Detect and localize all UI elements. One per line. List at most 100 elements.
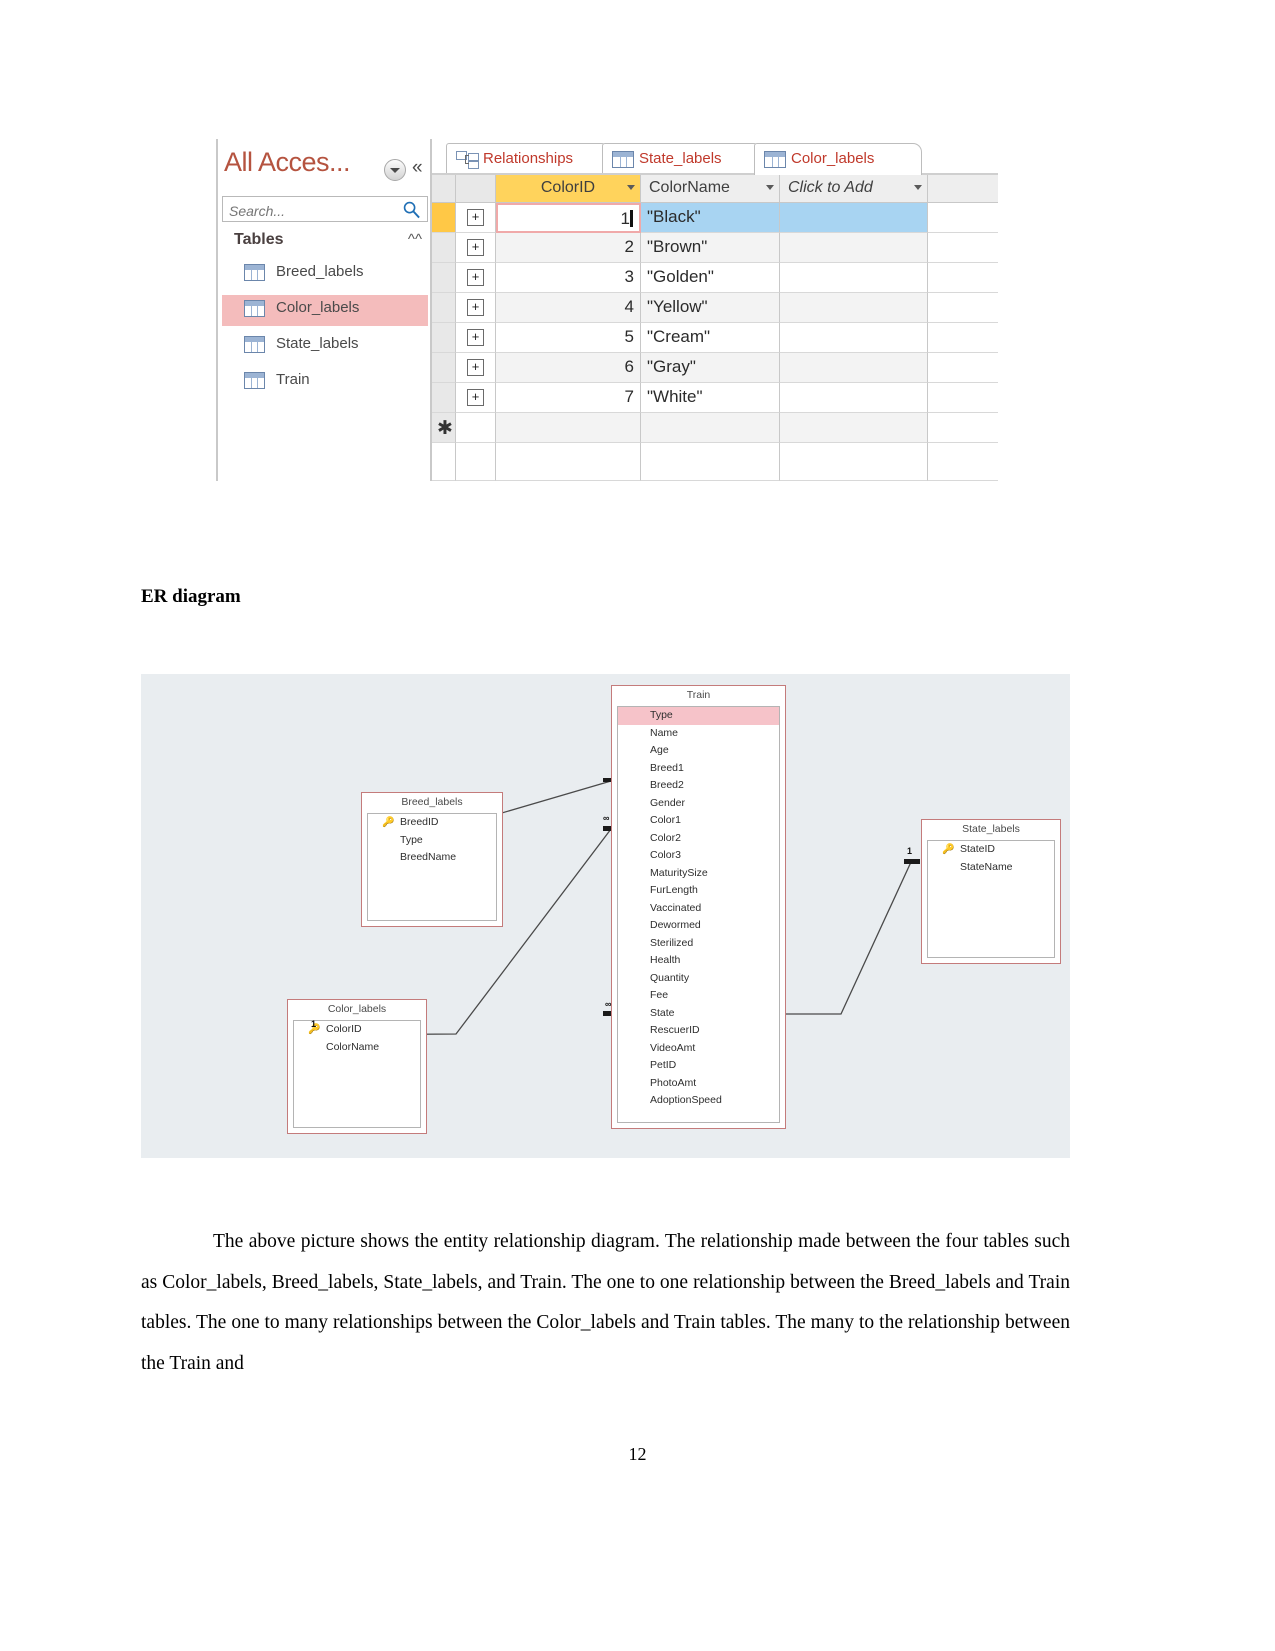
field-type[interactable]: Type [368,832,496,850]
row-expand-cell[interactable]: + [456,233,496,263]
row-expand-cell[interactable]: + [456,383,496,413]
expand-icon[interactable]: + [467,359,484,376]
field-age[interactable]: Age [618,742,779,760]
chevron-down-icon[interactable] [914,185,922,190]
tables-group-header[interactable]: Tables ^^ [234,231,428,255]
nav-item-state-labels[interactable]: State_labels [222,331,428,362]
cell-add[interactable] [780,383,928,413]
cell-colorname[interactable]: "Yellow" [641,293,780,323]
cell-add[interactable] [780,293,928,323]
field-state[interactable]: State [618,1005,779,1023]
cell-colorid[interactable]: 4 [496,293,641,323]
tab-color-labels[interactable]: Color_labels [754,143,922,175]
field-vaccinated[interactable]: Vaccinated [618,900,779,918]
field-adoptionspeed[interactable]: AdoptionSpeed [618,1092,779,1110]
nav-item-color-labels[interactable]: Color_labels [222,295,428,326]
cell-colorid[interactable]: 1 [496,203,641,233]
new-record-row[interactable]: ✱ [432,413,998,443]
search-box[interactable] [222,196,428,222]
field-color1[interactable]: Color1 [618,812,779,830]
cell-add[interactable] [780,323,928,353]
table-row[interactable]: + 1 "Black" [432,203,998,233]
cell-colorname[interactable]: "Black" [641,203,780,233]
field-name[interactable]: Name [618,725,779,743]
field-videoamt[interactable]: VideoAmt [618,1040,779,1058]
entity-state-labels[interactable]: State_labels 🔑 StateID StateName [921,819,1061,964]
double-chevron-up-icon[interactable]: ^^ [408,231,422,248]
expand-icon[interactable]: + [467,329,484,346]
expand-icon[interactable]: + [467,299,484,316]
row-selector[interactable] [432,353,456,383]
tab-state-labels[interactable]: State_labels [602,143,762,175]
search-input[interactable] [227,200,396,221]
entity-train[interactable]: Train Type Name Age Breed1 Breed2 Gender… [611,685,786,1129]
table-row[interactable]: + 4 "Yellow" [432,293,998,323]
entity-color-labels[interactable]: Color_labels 🔑 ColorID ColorName [287,999,427,1134]
row-selector[interactable] [432,263,456,293]
row-expand-cell[interactable]: + [456,263,496,293]
field-breedname[interactable]: BreedName [368,849,496,867]
entity-breed-labels[interactable]: Breed_labels 🔑 BreedID Type BreedName [361,792,503,927]
row-expand-cell[interactable]: + [456,203,496,233]
cell-colorid[interactable]: 3 [496,263,641,293]
expand-icon[interactable]: + [467,209,484,226]
column-header-colorname[interactable]: ColorName [641,175,780,203]
table-row[interactable]: + 6 "Gray" [432,353,998,383]
cell-colorname[interactable]: "White" [641,383,780,413]
field-color3[interactable]: Color3 [618,847,779,865]
field-stateid[interactable]: 🔑 StateID [928,841,1054,859]
row-expand-cell[interactable]: + [456,293,496,323]
cell-add[interactable] [780,413,928,443]
chevron-down-circle-icon[interactable] [384,159,406,181]
cell-colorid[interactable]: 7 [496,383,641,413]
cell-colorname[interactable]: "Brown" [641,233,780,263]
cell-colorid[interactable]: 6 [496,353,641,383]
expand-icon[interactable]: + [467,389,484,406]
field-breedid[interactable]: 🔑 BreedID [368,814,496,832]
tab-relationships[interactable]: Relationships [446,143,610,175]
cell-add[interactable] [780,203,928,233]
row-selector[interactable] [432,293,456,323]
row-selector[interactable] [432,203,456,233]
field-dewormed[interactable]: Dewormed [618,917,779,935]
row-expand-cell[interactable]: + [456,353,496,383]
row-selector[interactable] [432,383,456,413]
select-all-corner[interactable] [432,175,456,203]
cell-colorid[interactable]: 5 [496,323,641,353]
field-colorname[interactable]: ColorName [294,1039,420,1057]
column-header-colorid[interactable]: ColorID [496,175,641,203]
row-expand-cell[interactable]: + [456,323,496,353]
table-row[interactable]: + 3 "Golden" [432,263,998,293]
field-petid[interactable]: PetID [618,1057,779,1075]
row-selector[interactable] [432,233,456,263]
nav-item-breed-labels[interactable]: Breed_labels [222,259,428,290]
double-chevron-left-icon[interactable]: « [412,157,423,179]
chevron-down-icon[interactable] [627,185,635,190]
table-row[interactable]: + 5 "Cream" [432,323,998,353]
cell-colorid[interactable] [496,413,641,443]
cell-colorname[interactable] [641,413,780,443]
column-header-click-to-add[interactable]: Click to Add [780,175,928,203]
field-breed2[interactable]: Breed2 [618,777,779,795]
cell-colorname[interactable]: "Golden" [641,263,780,293]
cell-add[interactable] [780,263,928,293]
cell-colorname[interactable]: "Gray" [641,353,780,383]
table-row[interactable]: + 2 "Brown" [432,233,998,263]
field-gender[interactable]: Gender [618,795,779,813]
field-health[interactable]: Health [618,952,779,970]
field-statename[interactable]: StateName [928,859,1054,877]
field-fee[interactable]: Fee [618,987,779,1005]
cell-colorname[interactable]: "Cream" [641,323,780,353]
nav-item-train[interactable]: Train [222,367,428,398]
field-breed1[interactable]: Breed1 [618,760,779,778]
cell-add[interactable] [780,353,928,383]
row-selector[interactable] [432,323,456,353]
cell-colorid[interactable]: 2 [496,233,641,263]
expand-icon[interactable]: + [467,269,484,286]
field-type[interactable]: Type [618,707,779,725]
field-maturitysize[interactable]: MaturitySize [618,865,779,883]
cell-add[interactable] [780,233,928,263]
row-selector[interactable]: ✱ [432,413,456,443]
field-quantity[interactable]: Quantity [618,970,779,988]
field-rescuerid[interactable]: RescuerID [618,1022,779,1040]
